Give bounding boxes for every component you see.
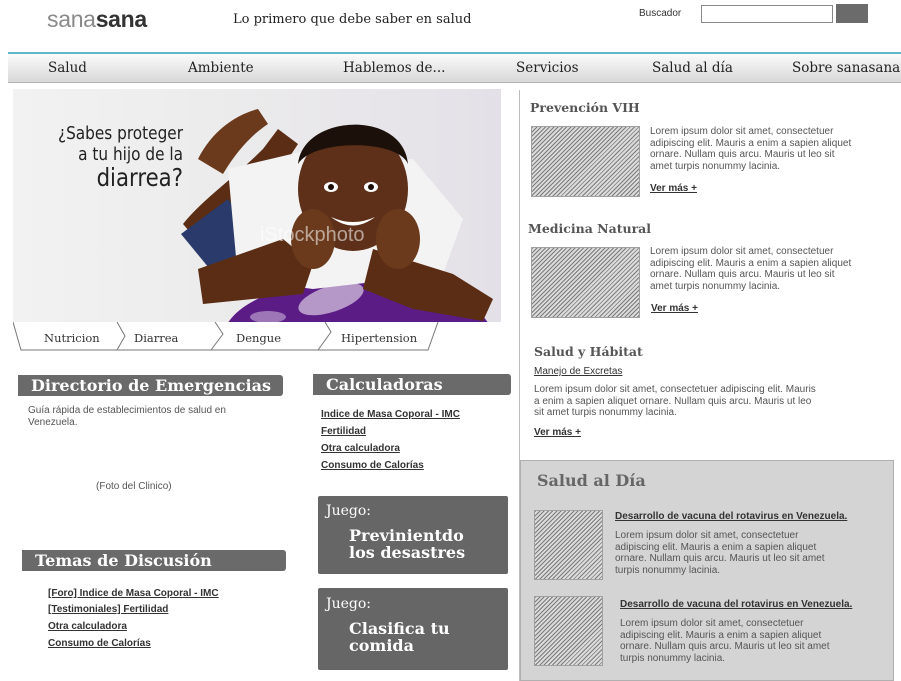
search-input[interactable] — [701, 5, 833, 23]
game-card-comida[interactable]: Juego: Clasifica tu comida — [318, 588, 508, 670]
directorio-description: Guía rápida de establecimientos de salud… — [28, 405, 226, 428]
nav-item-sobre[interactable]: Sobre sanasana — [792, 60, 900, 76]
game-title: Previnientdo los desastres — [349, 527, 465, 561]
game-title-line-2: los desastres — [349, 543, 466, 562]
tab-nutricion[interactable]: Nutricion — [44, 331, 100, 345]
prevencion-image-placeholder — [531, 126, 640, 197]
text-line: adipiscing elit. Mauris a enim a sapien … — [615, 541, 817, 553]
temas-link-imc[interactable]: [Foro] Indice de Masa Coporal - IMC — [48, 588, 219, 599]
game-card-desastres[interactable]: Juego: Previnientdo los desastres — [318, 496, 508, 574]
salud-al-dia-title: Salud al Día — [537, 471, 646, 490]
calc-link-imc[interactable]: Indice de Masa Coporal - IMC — [321, 409, 460, 420]
medicina-title: Medicina Natural — [528, 221, 651, 236]
habitat-text: Lorem ipsum dolor sit amet, consectetuer… — [534, 384, 864, 419]
hero-line-3: diarrea? — [96, 163, 183, 192]
text-line: ornare. Nullam quis arcu. Mauris ut leo … — [650, 269, 835, 280]
habitat-more-link[interactable]: Ver más + — [534, 427, 581, 438]
tab-hipertension[interactable]: Hipertension — [341, 331, 417, 345]
temas-link-fertilidad[interactable]: [Testimoniales] Fertilidad — [48, 604, 168, 615]
news-headline-2[interactable]: Desarrollo de vacuna del rotavirus en Ve… — [620, 599, 852, 610]
nav-item-servicios[interactable]: Servicios — [516, 60, 579, 76]
text-line: amet turpis nonummy lacinia. — [650, 280, 781, 292]
text-line: turpis nonummy lacinia. — [620, 652, 726, 664]
temas-link-calorias[interactable]: Consumo de Calorías — [48, 638, 151, 649]
search-label: Buscador — [639, 8, 682, 19]
nav-item-salud[interactable]: Salud — [48, 60, 87, 76]
news-headline-1[interactable]: Desarrollo de vacuna del rotavirus en Ve… — [615, 511, 847, 522]
habitat-sublink[interactable]: Manejo de Excretas — [534, 366, 622, 377]
news-image-placeholder — [534, 510, 603, 580]
game-kicker: Juego: — [326, 503, 372, 519]
habitat-title: Salud y Hábitat — [534, 344, 643, 359]
news-image-placeholder — [534, 596, 603, 666]
hero-headline: ¿Sabes proteger a tu hijo de la diarrea? — [39, 123, 183, 192]
news-text-1: Lorem ipsum dolor sit amet, consectetuer… — [615, 530, 865, 576]
hero-banner[interactable]: ¿Sabes proteger a tu hijo de la diarrea?… — [13, 89, 501, 322]
game-title: Clasifica tu comida — [349, 620, 450, 654]
text-line: Lorem ipsum dolor sit amet, consectetuer — [620, 618, 804, 629]
text-line: adipiscing elit. Mauris a enim a sapien … — [650, 257, 852, 269]
prevencion-more-link[interactable]: Ver más + — [650, 183, 697, 194]
site-logo[interactable]: sanasana — [47, 6, 147, 33]
text-line: amet turpis nonummy lacinia. — [650, 160, 781, 172]
text-line: ornare. Nullam quis arcu. Mauris ut leo … — [615, 553, 825, 564]
game-title-line-2: comida — [349, 636, 414, 655]
hero-line-2: a tu hijo de la — [78, 144, 183, 165]
text-line: ornare. Nullam quis arcu. Mauris ut leo … — [650, 149, 835, 160]
prevencion-text: Lorem ipsum dolor sit amet, consectetuer… — [650, 126, 890, 172]
site-tagline: Lo primero que debe saber en salud — [233, 12, 472, 27]
stock-watermark: iStockphoto — [260, 224, 365, 246]
text-line: a enim a sapien aliquet ornare. Nullam q… — [534, 395, 812, 407]
search-button[interactable] — [836, 4, 868, 23]
temas-link-calculadora[interactable]: Otra calculadora — [48, 621, 127, 632]
text-line: adipiscing elit. Mauris a enim a sapien … — [620, 629, 822, 641]
calculadoras-heading: Calculadoras — [313, 374, 511, 395]
game-title-line-1: Clasifica tu — [349, 619, 450, 638]
logo-part-1: sana — [47, 6, 96, 32]
text-line: ornare. Nullam quis arcu. Mauris ut leo … — [620, 641, 830, 652]
calc-link-otra[interactable]: Otra calculadora — [321, 443, 400, 454]
medicina-image-placeholder — [531, 247, 640, 318]
game-kicker: Juego: — [326, 596, 372, 612]
nav-item-salud-al-dia[interactable]: Salud al día — [652, 60, 733, 76]
temas-heading: Temas de Discusión — [22, 550, 286, 571]
prevencion-title: Prevención VIH — [530, 100, 640, 115]
nav-item-hablemos[interactable]: Hablemos de... — [343, 60, 445, 76]
game-title-line-1: Previnientdo — [349, 526, 464, 545]
text-line: adipiscing elit. Mauris a enim a sapien … — [650, 137, 852, 149]
medicina-text: Lorem ipsum dolor sit amet, consectetuer… — [650, 246, 890, 292]
calc-link-fertilidad[interactable]: Fertilidad — [321, 426, 366, 437]
text-line: Lorem ipsum dolor sit amet, consectetuer — [650, 246, 834, 257]
medicina-more-link[interactable]: Ver más + — [651, 303, 698, 314]
main-nav-bar — [8, 54, 901, 83]
news-text-2: Lorem ipsum dolor sit amet, consectetuer… — [620, 618, 870, 664]
calc-link-calorias[interactable]: Consumo de Calorías — [321, 460, 424, 471]
tab-diarrea[interactable]: Diarrea — [134, 331, 178, 345]
hero-line-1: ¿Sabes proteger — [57, 123, 183, 144]
tab-dengue[interactable]: Dengue — [236, 331, 281, 345]
text-line: Lorem ipsum dolor sit amet, consectetuer — [650, 126, 834, 137]
nav-item-ambiente[interactable]: Ambiente — [188, 60, 254, 76]
text-line: sit amet turpis nonummy lacinia. — [534, 407, 677, 418]
clinic-photo-placeholder: (Foto del Clinico) — [96, 481, 172, 492]
text-line: turpis nonummy lacinia. — [615, 564, 721, 576]
text-line: Lorem ipsum dolor sit amet, consectetuer — [615, 530, 799, 541]
directorio-heading: Directorio de Emergencias — [18, 375, 283, 396]
logo-part-2: sana — [95, 6, 148, 32]
text-line: Lorem ipsum dolor sit amet, consectetuer… — [534, 384, 816, 395]
